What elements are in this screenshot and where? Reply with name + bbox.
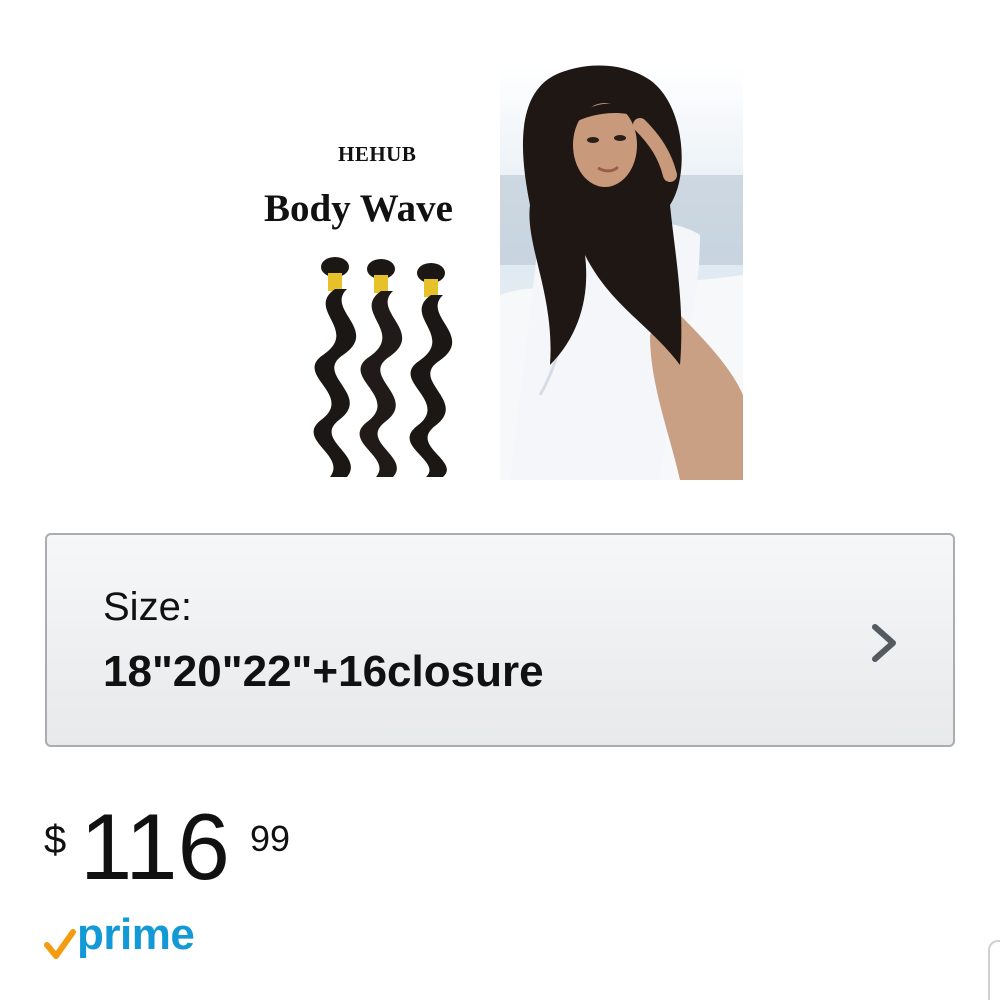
model-photo bbox=[500, 65, 743, 480]
hair-bundle-3 bbox=[409, 263, 453, 477]
next-card-edge bbox=[988, 940, 1000, 1000]
price-fraction: 99 bbox=[250, 818, 291, 859]
prime-check-icon bbox=[44, 929, 76, 959]
hair-bundle-2 bbox=[359, 259, 403, 477]
chevron-right-icon bbox=[872, 624, 896, 662]
prime-badge: prime bbox=[44, 910, 244, 970]
size-label: Size: bbox=[103, 585, 192, 629]
product-page: HEHUB Body Wave Size: 18"20"22"+16closur… bbox=[0, 0, 1000, 1000]
price-whole: 116 bbox=[80, 794, 230, 899]
hair-bundle-1 bbox=[313, 257, 357, 477]
size-selector-button[interactable]: Size: 18"20"22"+16closure bbox=[45, 533, 955, 747]
product-image-style-text: Body Wave bbox=[264, 187, 453, 230]
hair-bundles-illustration bbox=[313, 257, 453, 477]
size-value: 18"20"22"+16closure bbox=[103, 647, 544, 696]
prime-label: prime bbox=[77, 910, 195, 959]
price-currency: $ bbox=[44, 818, 67, 862]
product-image-brand-text: HEHUB bbox=[338, 142, 417, 166]
